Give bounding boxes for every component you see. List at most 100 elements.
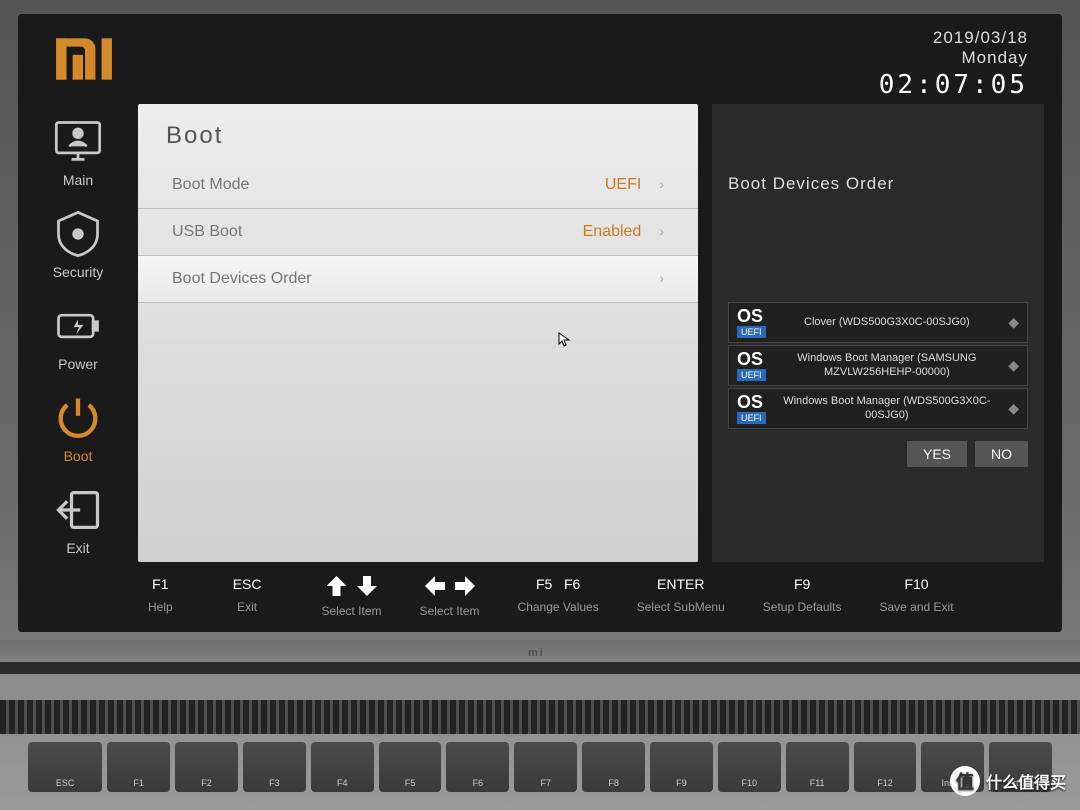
- sidebar-item-label: Security: [53, 264, 104, 280]
- power-icon: [52, 392, 104, 444]
- arrow-right-icon: [455, 576, 475, 596]
- detail-title: Boot Devices Order: [728, 174, 1028, 194]
- content: Boot Boot Mode UEFI› USB Boot Enabled› B…: [138, 104, 1062, 562]
- main-area: Main Security: [18, 104, 1062, 562]
- keyboard-key: F10: [718, 742, 781, 792]
- laptop-vents: [0, 700, 1080, 734]
- keyboard-key: F9: [650, 742, 713, 792]
- panel-title: Boot: [138, 104, 698, 162]
- datetime: 2019/03/18 Monday 02:07:05: [879, 28, 1028, 96]
- laptop-hinge: [0, 662, 1080, 674]
- sort-icon[interactable]: ◆: [1008, 357, 1019, 374]
- footer-hints: F1 Help ESC Exit Select Item: [18, 562, 1062, 632]
- key-desc: Help: [148, 600, 173, 614]
- date-text: 2019/03/18: [879, 28, 1028, 48]
- key-label: F1: [152, 576, 168, 592]
- uefi-badge: UEFI: [737, 369, 766, 381]
- arrow-left-icon: [425, 576, 445, 596]
- hint-f10: F10 Save and Exit: [880, 576, 954, 614]
- sidebar-item-label: Main: [63, 172, 93, 188]
- setting-boot-devices-order[interactable]: Boot Devices Order ›: [138, 256, 698, 303]
- os-badge: OS UEFI: [737, 393, 766, 424]
- watermark-badge-icon: 值: [950, 766, 980, 796]
- boot-device-row[interactable]: OS UEFI Windows Boot Manager (WDS500G3X0…: [728, 388, 1028, 429]
- watermark-text: 什么值得买: [986, 769, 1066, 793]
- setting-usb-boot[interactable]: USB Boot Enabled›: [138, 209, 698, 256]
- keyboard-key: F7: [514, 742, 577, 792]
- key-desc: Select SubMenu: [637, 600, 725, 614]
- keyboard-key: F2: [175, 742, 238, 792]
- key-desc: Setup Defaults: [763, 600, 842, 614]
- exit-icon: [52, 484, 104, 536]
- hint-f1: F1 Help: [148, 576, 173, 614]
- shield-icon: [52, 208, 104, 260]
- monitor-user-icon: [52, 116, 104, 168]
- uefi-badge: UEFI: [737, 326, 766, 338]
- setting-boot-mode[interactable]: Boot Mode UEFI›: [138, 162, 698, 209]
- os-badge: OS UEFI: [737, 307, 766, 338]
- uefi-badge: UEFI: [737, 412, 766, 424]
- os-text: OS: [737, 393, 763, 411]
- yes-button[interactable]: YES: [907, 441, 967, 467]
- settings-panel: Boot Boot Mode UEFI› USB Boot Enabled› B…: [138, 104, 698, 562]
- detail-panel: Boot Devices Order OS UEFI Clover (WDS50…: [712, 104, 1044, 562]
- sidebar-item-exit[interactable]: Exit: [34, 478, 122, 562]
- keyboard-key: F1: [107, 742, 170, 792]
- setting-label: Boot Devices Order: [172, 270, 312, 288]
- sidebar-item-power[interactable]: Power: [34, 294, 122, 378]
- sidebar: Main Security: [18, 104, 138, 562]
- boot-device-row[interactable]: OS UEFI Windows Boot Manager (SAMSUNG MZ…: [728, 345, 1028, 386]
- sidebar-item-main[interactable]: Main: [34, 110, 122, 194]
- sort-icon[interactable]: ◆: [1008, 314, 1019, 331]
- hint-f5f6: F5 F6 Change Values: [518, 576, 599, 614]
- confirm-row: YES NO: [728, 441, 1028, 467]
- laptop-frame: 2019/03/18 Monday 02:07:05 Main: [0, 0, 1080, 810]
- bios-ui: 2019/03/18 Monday 02:07:05 Main: [18, 14, 1062, 632]
- setting-value: UEFI: [605, 176, 641, 193]
- screen: 2019/03/18 Monday 02:07:05 Main: [18, 14, 1062, 632]
- keyboard-key: ESC: [28, 742, 102, 792]
- key-label: ENTER: [657, 576, 704, 592]
- time-text: 02:07:05: [879, 70, 1028, 100]
- setting-label: Boot Mode: [172, 176, 249, 194]
- mi-logo-icon: [52, 28, 114, 90]
- sidebar-item-security[interactable]: Security: [34, 202, 122, 286]
- chevron-right-icon: ›: [659, 270, 664, 286]
- setting-label: USB Boot: [172, 223, 242, 241]
- arrow-down-icon: [357, 576, 377, 596]
- device-name: Clover (WDS500G3X0C-00SJG0): [774, 316, 1001, 329]
- keyboard: ESCF1F2F3F4F5F6F7F8F9F10F11F12InsertPrtS…: [28, 742, 1052, 810]
- key-label: F10: [904, 576, 928, 592]
- setting-value: Enabled: [583, 223, 642, 240]
- key-desc: Change Values: [518, 600, 599, 614]
- hint-leftright: Select Item: [420, 576, 480, 618]
- device-name: Windows Boot Manager (WDS500G3X0C-00SJG0…: [774, 395, 1001, 421]
- key-desc: Exit: [237, 600, 257, 614]
- sidebar-item-boot[interactable]: Boot: [34, 386, 122, 470]
- boot-device-row[interactable]: OS UEFI Clover (WDS500G3X0C-00SJG0) ◆: [728, 302, 1028, 343]
- os-text: OS: [737, 350, 763, 368]
- hint-updown: Select Item: [321, 576, 381, 618]
- keyboard-key: F11: [786, 742, 849, 792]
- arrow-up-icon: [327, 576, 347, 596]
- keyboard-key: F4: [311, 742, 374, 792]
- boot-device-list: OS UEFI Clover (WDS500G3X0C-00SJG0) ◆ OS…: [728, 302, 1028, 429]
- arrows-leftright: [425, 576, 475, 596]
- os-badge: OS UEFI: [737, 350, 766, 381]
- device-name: Windows Boot Manager (SAMSUNG MZVLW256HE…: [774, 352, 1001, 378]
- key-desc: Save and Exit: [880, 600, 954, 614]
- hint-esc: ESC Exit: [233, 576, 262, 614]
- hint-enter: ENTER Select SubMenu: [637, 576, 725, 614]
- watermark: 值 什么值得买: [950, 766, 1066, 796]
- arrows-updown: [327, 576, 377, 596]
- keyboard-key: F5: [379, 742, 442, 792]
- key-desc: Select Item: [420, 604, 480, 618]
- keyboard-key: F6: [446, 742, 509, 792]
- os-text: OS: [737, 307, 763, 325]
- sort-icon[interactable]: ◆: [1008, 400, 1019, 417]
- battery-icon: [52, 300, 104, 352]
- header: 2019/03/18 Monday 02:07:05: [18, 14, 1062, 104]
- sidebar-item-label: Exit: [66, 540, 89, 556]
- laptop-logo: mi: [528, 647, 545, 659]
- no-button[interactable]: NO: [975, 441, 1028, 467]
